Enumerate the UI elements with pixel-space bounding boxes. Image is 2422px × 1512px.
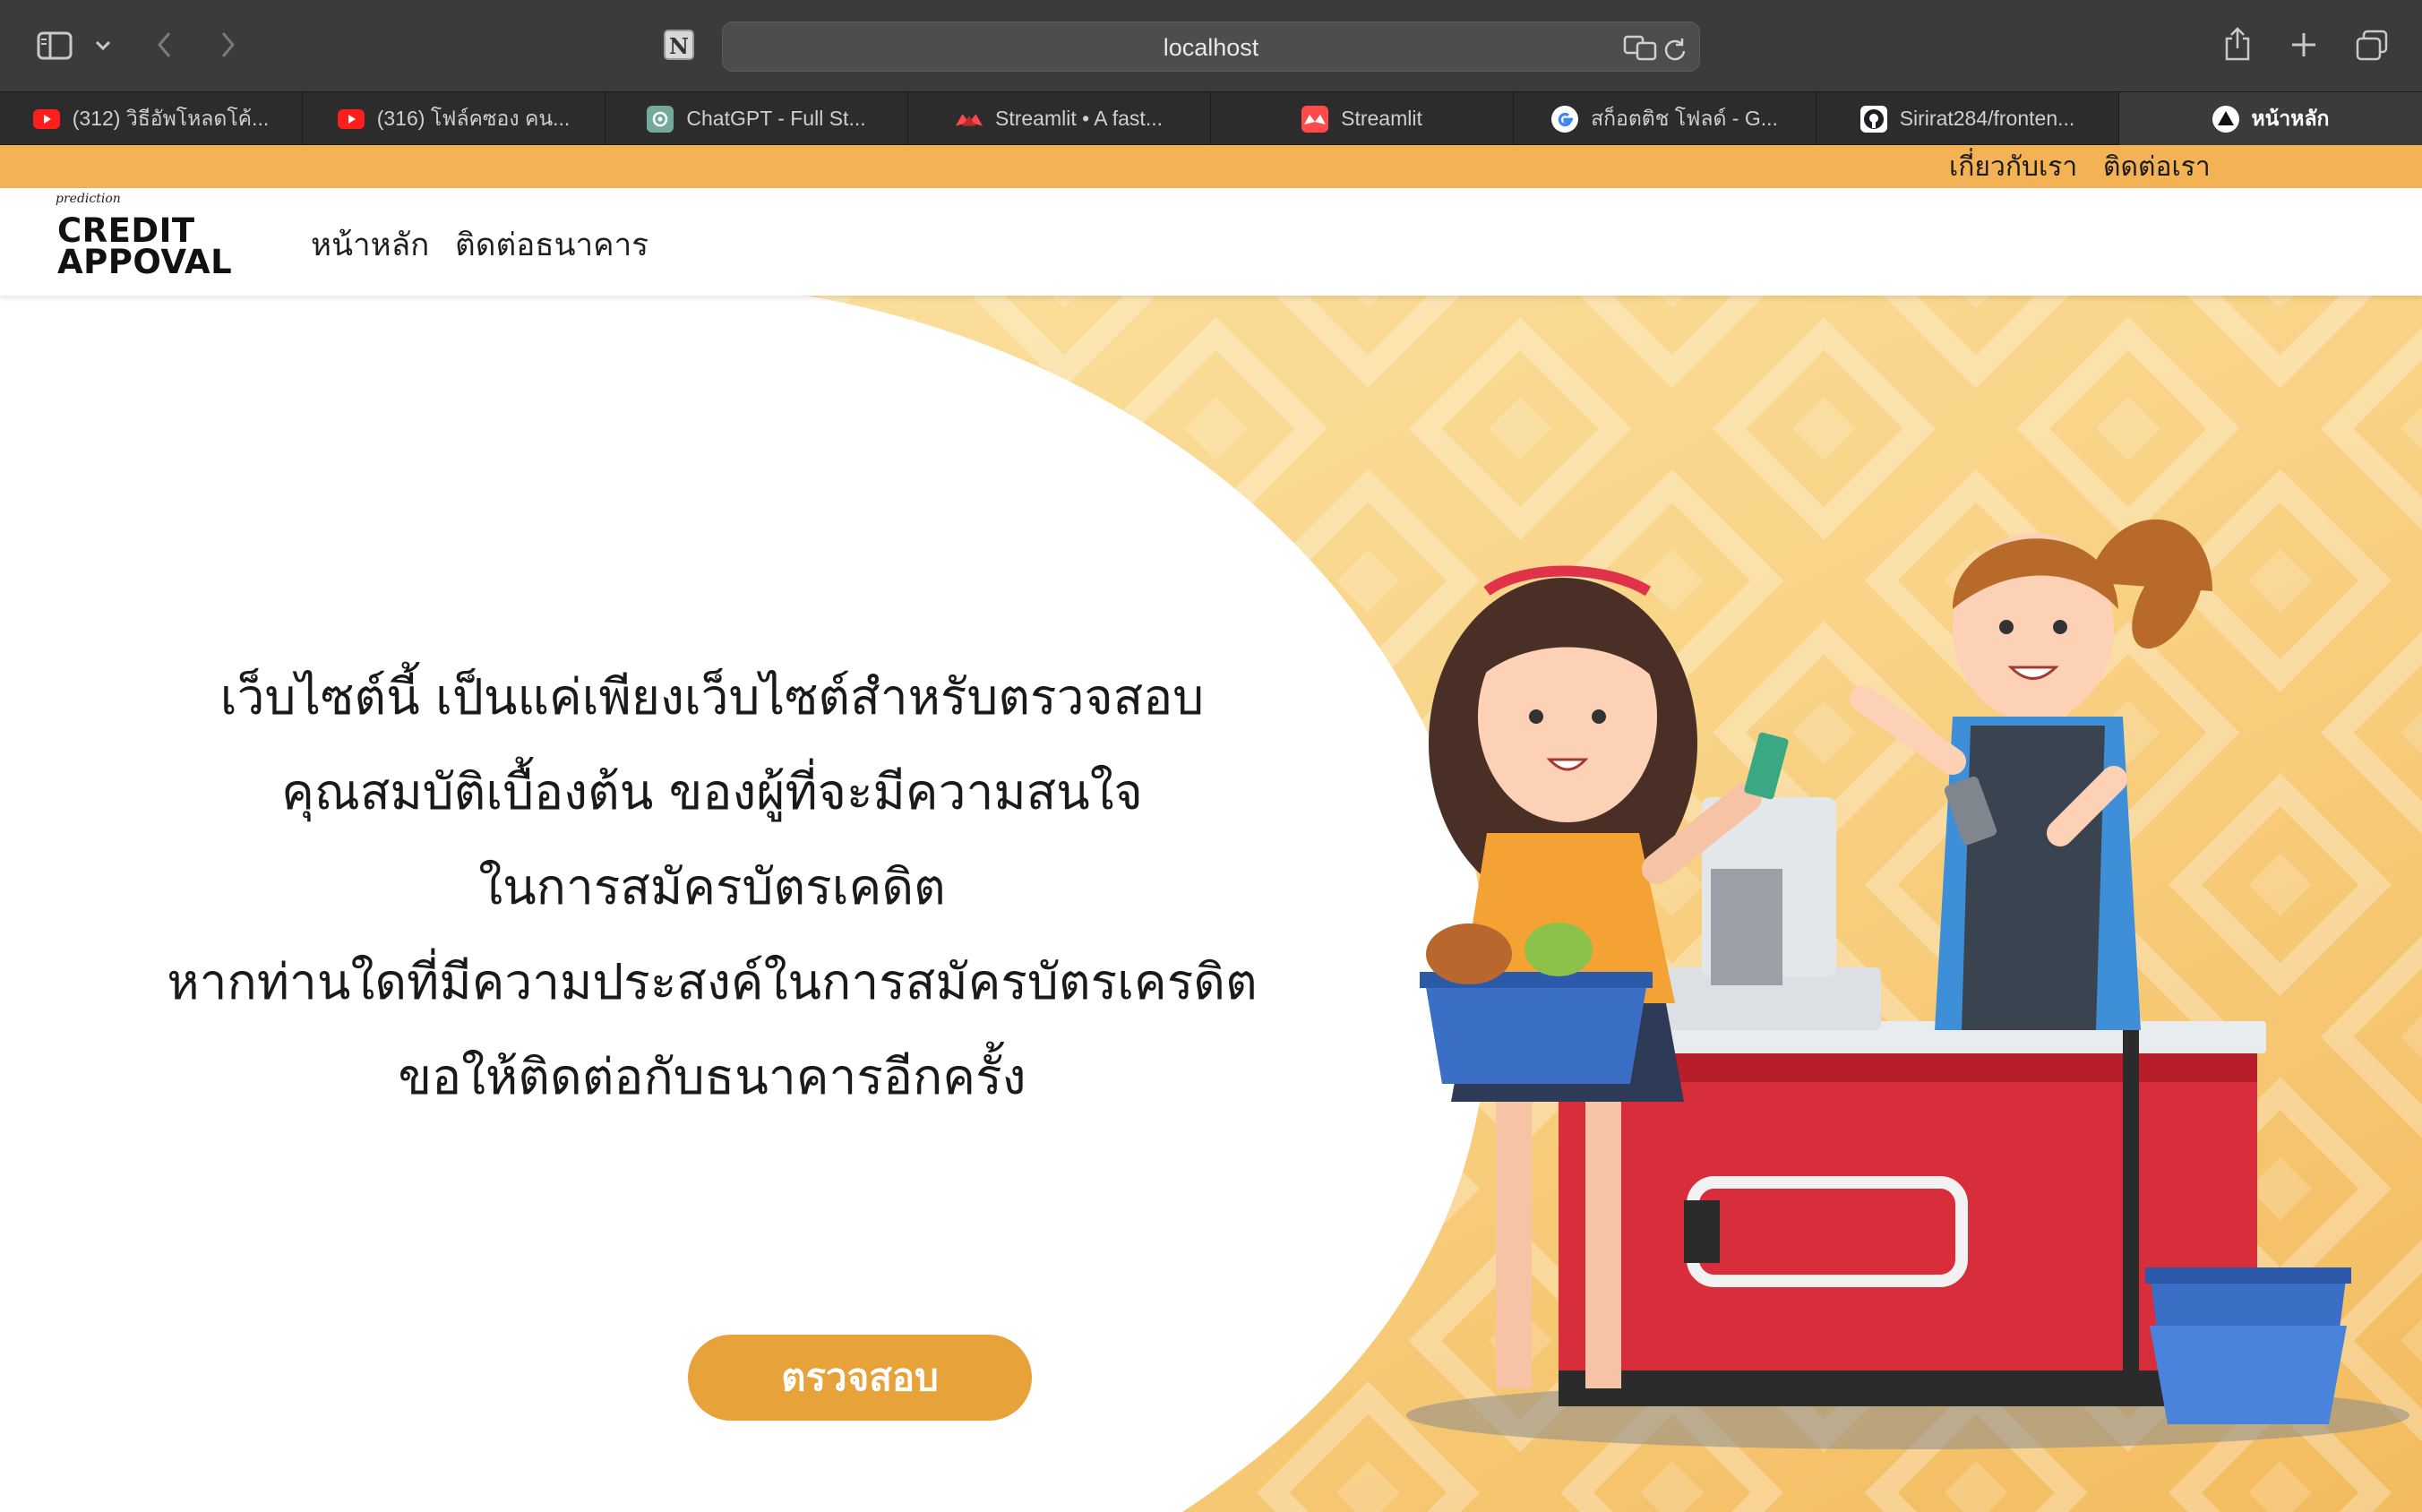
notion-icon[interactable]: N	[659, 25, 699, 64]
contact-link[interactable]: ติดต่อเรา	[2103, 145, 2211, 188]
tab-chatgpt[interactable]: ChatGPT - Full St...	[606, 92, 908, 145]
svg-text:N: N	[669, 33, 689, 59]
reload-icon[interactable]	[1660, 33, 1690, 64]
streamlit-icon	[1301, 105, 1329, 133]
tab-label: สก็อตติช โฟลด์ - G...	[1591, 106, 1778, 130]
check-button[interactable]: ตรวจสอบ	[688, 1335, 1032, 1421]
youtube-icon	[337, 106, 365, 133]
tab-streamlit[interactable]: Streamlit	[1211, 92, 1514, 145]
tab-overview-icon[interactable]	[2352, 27, 2392, 64]
logo-title: CREDIT APPOVAL	[57, 211, 233, 281]
main-navbar: prediction CREDIT APPOVAL หน้าหลัก ติดต่…	[0, 188, 2422, 296]
browser-toolbar: N localhost	[0, 0, 2422, 91]
back-icon[interactable]	[149, 27, 181, 63]
url-text: localhost	[1163, 34, 1259, 61]
github-icon	[1859, 105, 1887, 133]
translate-icon[interactable]	[1622, 31, 1658, 64]
tab-home[interactable]: หน้าหลัก	[2119, 92, 2422, 145]
streamlit-icon	[955, 106, 983, 133]
hero-section: เว็บไซต์นี้ เป็นแค่เพียงเว็บไซต์สำหรับตร…	[0, 296, 2422, 1512]
sidebar-toggle-icon[interactable]	[34, 29, 75, 63]
about-link[interactable]: เกี่ยวกับเรา	[1949, 145, 2077, 188]
chatgpt-icon	[647, 105, 674, 133]
chevron-down-icon[interactable]	[90, 32, 116, 59]
tab-label: Streamlit	[1341, 107, 1422, 130]
logo-subtitle: prediction	[56, 192, 121, 206]
tab-youtube-1[interactable]: (312) วิธีอัพโหลดโค้...	[0, 92, 303, 145]
google-icon	[1551, 105, 1579, 133]
new-tab-icon[interactable]	[2286, 27, 2322, 63]
tab-youtube-2[interactable]: (316) โฟล์คซอง คน...	[303, 92, 606, 145]
tab-label: Streamlit • A fast...	[994, 107, 1163, 130]
hero-line-1: เว็บไซต์นี้ เป็นแค่เพียงเว็บไซต์สำหรับตร…	[219, 668, 1205, 726]
tab-label: Sirirat284/fronten...	[1899, 107, 2075, 130]
youtube-icon	[32, 106, 60, 133]
share-icon[interactable]	[2220, 23, 2255, 64]
logo-line-2: APPOVAL	[57, 243, 233, 281]
tab-github[interactable]: Sirirat284/fronten...	[1816, 92, 2119, 145]
app-icon	[2212, 105, 2239, 133]
tab-label: (312) วิธีอัพโหลดโค้...	[72, 106, 270, 130]
tab-streamlit-docs[interactable]: Streamlit • A fast...	[908, 92, 1211, 145]
hero-line-5: ขอให้ติดต่อกับธนาคารอีกครั้ง	[398, 1048, 1026, 1105]
logo-line-1: CREDIT	[57, 211, 195, 250]
forward-icon[interactable]	[211, 27, 244, 63]
nav-contact-bank-link[interactable]: ติดต่อธนาคาร	[455, 220, 648, 270]
hero-line-4: หากท่านใดที่มีความประสงค์ในการสมัครบัตรเ…	[167, 953, 1258, 1010]
tab-bar: (312) วิธีอัพโหลดโค้... (316) โฟล์คซอง ค…	[0, 91, 2422, 145]
tab-label: (316) โฟล์คซอง คน...	[376, 106, 571, 130]
basket-right	[2145, 1267, 2351, 1424]
hero-line-2: คุณสมบัติเบื้องต้น ของผู้ที่จะมีความสนใจ	[281, 763, 1143, 820]
tab-google[interactable]: สก็อตติช โฟลด์ - G...	[1514, 92, 1816, 145]
tab-label: ChatGPT - Full St...	[686, 107, 866, 130]
nav-home-link[interactable]: หน้าหลัก	[311, 220, 429, 270]
tab-label: หน้าหลัก	[2251, 106, 2330, 130]
hero-line-3: ในการสมัครบัตรเคดิต	[478, 858, 946, 915]
hero-description: เว็บไซต์นี้ เป็นแค่เพียงเว็บไซต์สำหรับตร…	[107, 649, 1317, 1124]
address-bar[interactable]: localhost	[722, 21, 1700, 72]
